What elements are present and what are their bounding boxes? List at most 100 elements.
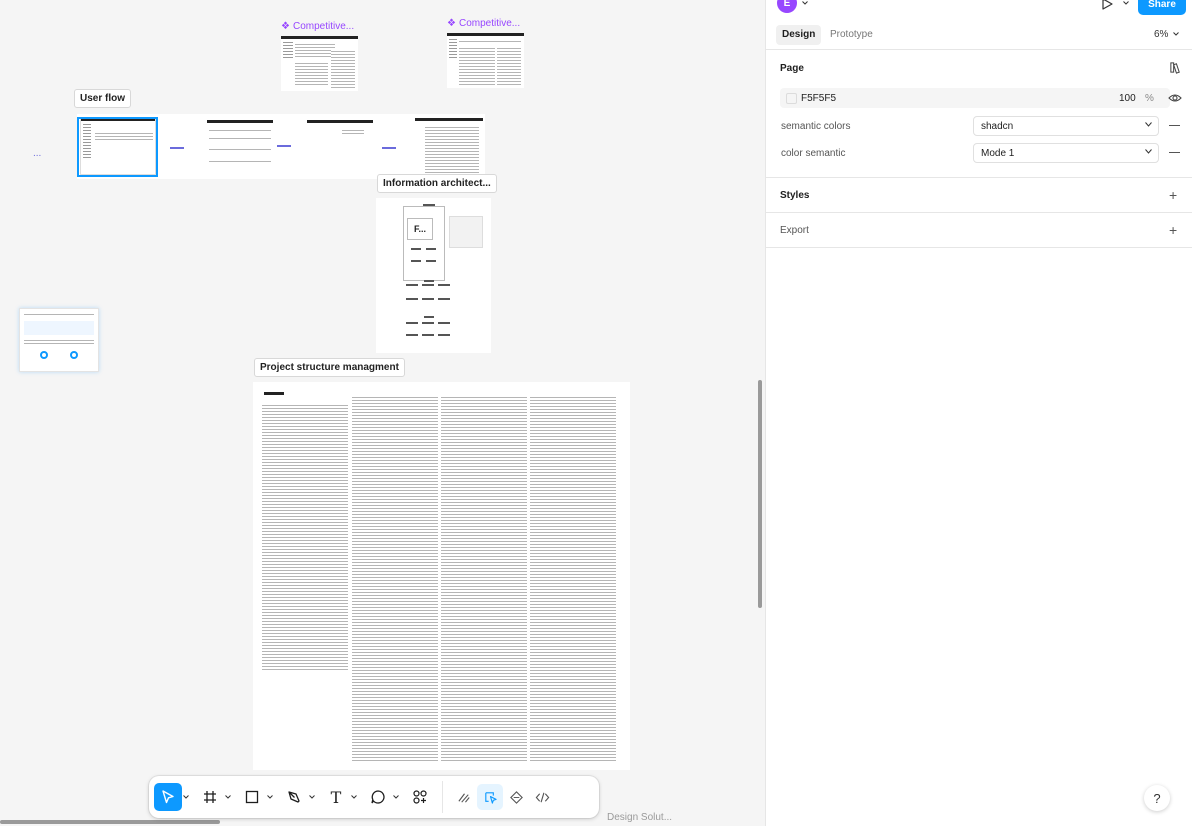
zoom-level[interactable]: 6% [1154,29,1180,40]
page-background-fill[interactable]: F5F5F5 100 % [780,88,1170,108]
thumb-content [425,126,479,174]
thumb-content [209,148,271,152]
component-label-2[interactable]: ❖ Competitive... [447,18,520,29]
thumb-chart [40,351,48,359]
thumb-content [209,129,271,133]
styles-section: Styles + [766,178,1192,213]
help-button[interactable]: ? [1144,785,1170,811]
competitive-thumbnail-2[interactable] [447,33,524,88]
ia-node [423,204,435,206]
remove-variable-icon[interactable] [1169,152,1180,153]
chevron-down-icon[interactable] [392,783,400,811]
thumb-hero [24,321,94,335]
chevron-down-icon[interactable] [1123,1,1129,5]
pen-tool[interactable] [280,781,316,813]
chevron-down-icon[interactable] [350,783,358,811]
dev-mode-button[interactable] [529,784,555,810]
ia-node [424,280,434,282]
rectangle-icon [245,790,259,804]
thumb-sidebar [283,42,293,60]
frame-label-user-flow[interactable]: User flow [74,89,132,108]
actions-tool[interactable] [406,781,434,813]
thumb-content [497,47,521,85]
actions-plus-icon [413,790,427,804]
add-export-plus-icon[interactable]: + [1169,223,1177,237]
pen-icon [288,791,300,803]
semantic-colors-select[interactable]: shadcn [973,116,1159,136]
actions-tool-button[interactable] [406,783,434,811]
horizontal-scrollbar[interactable] [0,820,220,824]
background-hex-value[interactable]: F5F5F5 [801,93,836,104]
ia-node [438,298,450,300]
user-flow-screen-4[interactable] [415,118,483,176]
page-section: Page F5F5F5 100 % semantic colors shadcn… [766,50,1192,178]
chevron-down-icon[interactable] [308,783,316,811]
thumb-content [342,129,364,134]
design-mode-button[interactable] [477,784,503,810]
draw-mode-button[interactable] [451,784,477,810]
toolbar-divider [442,781,443,813]
color-semantic-select[interactable]: Mode 1 [973,143,1159,163]
canvas-ellipsis: ... [33,148,42,159]
properties-panel: E Share Design Prototype 6% Page F5F5F5 … [765,0,1192,826]
ia-node [422,334,434,336]
ia-node-label: F... [407,218,433,240]
frame-label-information-architecture[interactable]: Information architect... [377,174,497,193]
user-flow-screen-3[interactable] [307,120,373,172]
rectangle-tool-button[interactable] [238,783,266,811]
tab-prototype[interactable]: Prototype [824,25,879,45]
thumb-content [331,50,355,88]
information-architecture-frame[interactable]: F... [376,198,491,353]
frame-label-project-structure[interactable]: Project structure managment [254,358,405,377]
bottom-toolbar: T [149,776,599,818]
doc-column-1 [262,404,348,670]
design-cursor-icon [484,791,497,804]
frame-tool-button[interactable] [196,783,224,811]
share-button[interactable]: Share [1138,0,1186,15]
flow-connector [170,147,184,149]
chevron-down-icon [1145,149,1152,154]
remove-variable-icon[interactable] [1169,125,1180,126]
rectangle-tool[interactable] [238,781,274,813]
present-play-icon[interactable] [1100,0,1114,11]
percent-sign: % [1145,93,1154,104]
panel-header: E Share [766,0,1192,16]
pen-tool-button[interactable] [280,783,308,811]
project-structure-frame[interactable] [253,382,630,770]
flow-connector [382,147,396,149]
frame-tool[interactable] [196,781,232,813]
ia-node [438,334,450,336]
components-mode-button[interactable] [503,784,529,810]
background-opacity-value[interactable]: 100 [1119,93,1136,104]
comment-tool-button[interactable] [364,783,392,811]
doc-heading [264,392,284,395]
competitive-thumbnail-1[interactable] [281,36,358,91]
text-tool-button[interactable]: T [322,783,350,811]
user-flow-screen-2[interactable] [207,120,273,172]
canvas[interactable]: ❖ Competitive... ❖ Competitive... User flo… [0,0,765,826]
eye-icon[interactable] [1168,92,1182,104]
chevron-down-icon[interactable] [802,1,808,5]
ia-legend [449,216,483,248]
move-tool[interactable] [154,781,190,813]
add-style-plus-icon[interactable]: + [1169,188,1177,202]
move-tool-button[interactable] [154,783,182,811]
color-swatch[interactable] [786,93,797,104]
text-tool[interactable]: T [322,781,358,813]
vertical-scrollbar[interactable] [758,380,762,608]
chevron-down-icon[interactable] [224,783,232,811]
library-icon[interactable] [1169,61,1182,74]
thumb-content [209,137,271,141]
ia-node [422,322,434,324]
avatar[interactable]: E [777,0,797,13]
chevron-down-icon[interactable] [182,783,190,811]
thumb-content [24,313,94,316]
component-label-1[interactable]: ❖ Competitive... [281,21,354,32]
page-section-title: Page [780,63,804,74]
tab-design[interactable]: Design [776,25,822,45]
doc-column-2 [352,396,438,762]
chevron-down-icon[interactable] [266,783,274,811]
dashboard-thumbnail[interactable] [19,308,99,372]
chevron-down-icon [1173,32,1180,37]
comment-tool[interactable] [364,781,400,813]
